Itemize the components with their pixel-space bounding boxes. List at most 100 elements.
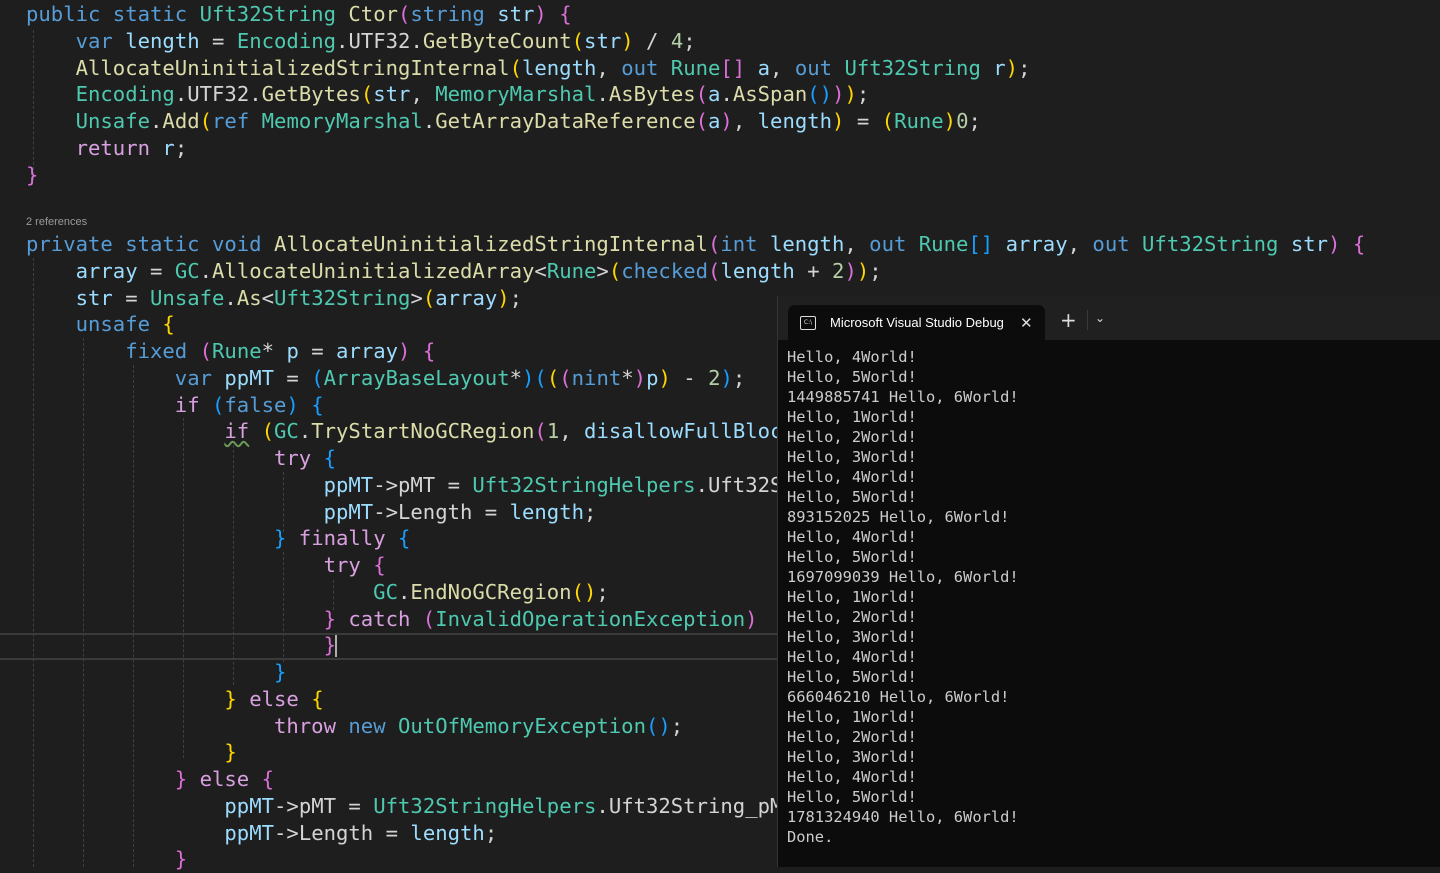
code-line[interactable]: array = GC.AllocateUninitializedArray<Ru…	[26, 258, 882, 285]
code-token: }	[273, 660, 287, 684]
code-line[interactable]: private static void AllocateUninitialize…	[26, 231, 1365, 258]
code-token: (	[695, 82, 709, 107]
code-token: length	[509, 499, 585, 524]
code-token: =	[472, 499, 510, 524]
code-token: []	[720, 55, 746, 80]
code-token: GC	[174, 258, 200, 283]
text-cursor	[334, 635, 337, 658]
code-token: ()	[645, 713, 671, 738]
code-token: AllocateUninitializedStringInternal	[75, 55, 510, 80]
code-line[interactable]: ppMT->pMT = Uft32StringHelpers.Uft32Stri…	[26, 793, 794, 820]
terminal-output-line: Hello, 4World!	[787, 348, 917, 366]
code-token: (	[707, 232, 721, 256]
terminal-output-line: Done.	[787, 828, 834, 846]
code-line[interactable]: Unsafe.Add(ref MemoryMarshal.GetArrayDat…	[26, 108, 981, 135]
code-token: (	[559, 365, 572, 390]
code-token: (	[546, 365, 560, 390]
code-token: ->	[274, 793, 299, 818]
code-token: Add	[162, 109, 200, 133]
code-token: =	[199, 28, 237, 53]
terminal-tab[interactable]: C:\ Microsoft Visual Studio Debug Consol…	[788, 305, 1045, 340]
code-line[interactable]: }	[26, 632, 337, 659]
code-token: out	[1092, 232, 1143, 256]
code-line[interactable]: ppMT->Length = length;	[26, 499, 597, 526]
close-icon[interactable]: ✕	[1020, 314, 1033, 332]
code-token: UTF32	[348, 28, 411, 53]
terminal-output-line: Hello, 2World!	[787, 608, 917, 626]
code-token: length	[757, 109, 833, 133]
code-line[interactable]: } catch (InvalidOperationException)	[26, 606, 758, 633]
code-token: 4	[670, 28, 684, 53]
terminal-output-line: Hello, 3World!	[787, 448, 917, 466]
code-token: {	[422, 339, 436, 363]
code-line[interactable]: public static Uft32String Ctor(string st…	[26, 1, 572, 28]
code-token: }	[224, 740, 237, 765]
terminal-window[interactable]: C:\ Microsoft Visual Studio Debug Consol…	[777, 296, 1440, 867]
terminal-tab-bar: C:\ Microsoft Visual Studio Debug Consol…	[778, 296, 1440, 340]
code-token: .	[695, 472, 708, 497]
code-token: Rune	[670, 55, 721, 80]
code-token: pMT	[298, 793, 337, 818]
code-line[interactable]: ppMT->Length = length;	[26, 820, 497, 847]
codelens-references[interactable]: 2 references	[26, 216, 87, 228]
code-token: .	[150, 109, 163, 133]
code-token: try	[323, 553, 374, 577]
code-line[interactable]: } finally {	[26, 525, 410, 552]
terminal-output[interactable]: Hello, 4World! Hello, 5World! 1449885741 H…	[787, 347, 1019, 847]
code-token: 1	[546, 419, 560, 444]
code-line[interactable]: AllocateUninitializedStringInternal(leng…	[26, 55, 1031, 82]
code-token: MemoryMarshal	[261, 109, 423, 133]
code-line[interactable]: if (false) {	[26, 392, 324, 419]
code-token: =	[435, 472, 473, 497]
code-line[interactable]: ppMT->pMT = Uft32StringHelpers.Uft32Stri…	[26, 472, 894, 499]
code-token: out	[621, 55, 671, 80]
code-token: Uft32StringHelpers	[373, 793, 597, 818]
code-token: TryStartNoGCRegion	[311, 419, 535, 444]
code-line[interactable]: fixed (Rune* p = array) {	[26, 338, 435, 365]
code-token: .	[174, 82, 188, 107]
code-token: (	[608, 258, 622, 283]
code-line[interactable]: var length = Encoding.UTF32.GetByteCount…	[26, 28, 696, 55]
code-line[interactable]: throw new OutOfMemoryException();	[26, 713, 683, 740]
code-line[interactable]: str = Unsafe.As<Uft32String>(array);	[26, 285, 522, 312]
code-line[interactable]: } else {	[26, 766, 274, 793]
code-line[interactable]: var ppMT = (ArrayBaseLayout*)(((nint*)p)…	[26, 365, 746, 392]
code-token: ;	[509, 285, 523, 310]
terminal-output-line: Hello, 5World!	[787, 668, 917, 686]
code-line[interactable]: }	[26, 162, 38, 189]
code-token: ArrayBaseLayout	[323, 365, 510, 390]
chevron-down-icon[interactable]: ⌄	[1095, 311, 1105, 325]
code-token: .	[298, 419, 312, 444]
code-token: }	[224, 686, 237, 711]
code-token: )	[398, 339, 411, 363]
terminal-output-line: Hello, 1World!	[787, 408, 917, 426]
code-token: Uft32String	[199, 2, 349, 26]
code-line[interactable]: } else {	[26, 686, 323, 713]
terminal-output-line: Hello, 5World!	[787, 788, 917, 806]
code-token: Rune	[894, 109, 944, 133]
code-token: str	[497, 2, 535, 26]
terminal-output-line: Hello, 3World!	[787, 748, 917, 766]
code-line[interactable]: try {	[26, 552, 386, 579]
new-tab-button[interactable]: +	[1060, 308, 1077, 332]
code-token: Ctor	[348, 2, 398, 26]
code-token: (	[311, 365, 324, 390]
code-token: array	[75, 258, 138, 283]
code-line[interactable]: if (GC.TryStartNoGCRegion(1, disallowFul…	[26, 418, 856, 445]
code-token: new	[348, 713, 398, 738]
code-line[interactable]: try {	[26, 445, 336, 472]
code-line[interactable]: Encoding.UTF32.GetBytes(str, MemoryMarsh…	[26, 81, 870, 108]
code-line[interactable]: unsafe {	[26, 311, 175, 338]
code-token: public static	[26, 2, 200, 26]
code-token: pMT	[398, 472, 436, 497]
code-line[interactable]: }	[26, 659, 286, 686]
code-line[interactable]: }	[26, 846, 187, 873]
code-line[interactable]: return r;	[26, 135, 188, 162]
code-line[interactable]: }	[26, 739, 237, 766]
code-line[interactable]: GC.EndNoGCRegion();	[26, 579, 609, 606]
